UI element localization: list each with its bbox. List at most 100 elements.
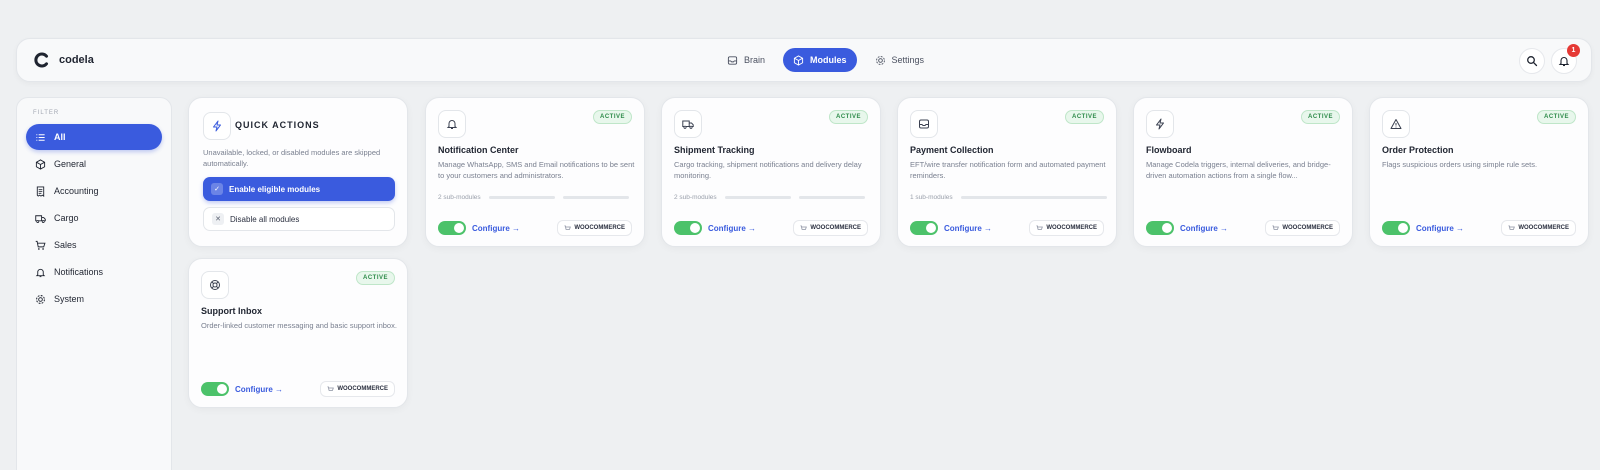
truck-icon	[682, 120, 694, 129]
module-enable-toggle[interactable]	[1146, 221, 1174, 235]
brand[interactable]: codela	[33, 51, 94, 69]
sidebar-item-label: Accounting	[54, 186, 99, 196]
sidebar-item-sales[interactable]: Sales	[26, 232, 162, 258]
search-icon	[1527, 56, 1538, 67]
platform-label: WOOCOMMERCE	[337, 386, 388, 392]
sidebar-item-cargo[interactable]: Cargo	[26, 205, 162, 231]
configure-link[interactable]: Configure →	[708, 224, 756, 233]
check-icon: ✓	[211, 183, 223, 195]
cart-icon	[35, 240, 46, 250]
module-card-support-inbox: ACTIVE Support Inbox Order-linked custom…	[188, 258, 408, 408]
sub-module-bar	[488, 196, 555, 199]
tab-modules-label: Modules	[810, 55, 847, 65]
configure-link[interactable]: Configure →	[472, 224, 520, 233]
cube-icon	[35, 158, 46, 170]
sidebar-item-system[interactable]: System	[26, 286, 162, 312]
module-enable-toggle[interactable]	[674, 221, 702, 235]
enable-eligible-modules-button[interactable]: ✓ Enable eligible modules	[203, 177, 395, 201]
module-footer: Configure → WOOCOMMERCE	[201, 381, 395, 397]
module-title: Notification Center	[438, 145, 519, 155]
status-badge: ACTIVE	[592, 110, 632, 124]
module-enable-toggle[interactable]	[1382, 221, 1410, 235]
sub-module-bar	[724, 196, 791, 199]
sidebar-item-label: Sales	[54, 240, 77, 250]
platform-badge: WOOCOMMERCE	[1265, 220, 1340, 236]
platform-badge: WOOCOMMERCE	[1029, 220, 1104, 236]
quick-actions-icon-box	[203, 112, 231, 140]
search-button[interactable]	[1519, 48, 1545, 74]
module-card-shipment-tracking: ACTIVE Shipment Tracking Cargo tracking,…	[661, 97, 881, 247]
module-enable-toggle[interactable]	[438, 221, 466, 235]
lightning-icon	[1156, 118, 1164, 130]
module-card-flowboard: ACTIVE Flowboard Manage Codela triggers,…	[1133, 97, 1353, 247]
module-title: Payment Collection	[910, 145, 994, 155]
platform-label: WOOCOMMERCE	[1282, 225, 1333, 231]
module-title: Flowboard	[1146, 145, 1192, 155]
configure-link[interactable]: Configure →	[1180, 224, 1228, 233]
module-footer: Configure → WOOCOMMERCE	[1146, 220, 1340, 236]
inbox-icon	[919, 119, 929, 129]
module-footer: Configure → WOOCOMMERCE	[1382, 220, 1576, 236]
module-card-order-protection: ACTIVE Order Protection Flags suspicious…	[1369, 97, 1589, 247]
tab-settings[interactable]: Settings	[865, 48, 935, 72]
warning-icon	[1390, 119, 1402, 129]
module-description: EFT/wire transfer notification form and …	[910, 160, 1106, 180]
module-icon-box	[201, 271, 229, 299]
filter-label: FILTER	[33, 110, 60, 116]
notifications-button[interactable]: 1	[1551, 44, 1580, 74]
module-enable-toggle[interactable]	[201, 382, 229, 396]
sidebar-item-accounting[interactable]: Accounting	[26, 178, 162, 204]
status-badge: ACTIVE	[828, 110, 868, 124]
codela-logo-icon	[34, 52, 48, 68]
module-description: Order-linked customer messaging and basi…	[201, 321, 397, 330]
configure-link[interactable]: Configure →	[235, 385, 283, 394]
module-title: Shipment Tracking	[674, 145, 755, 155]
sidebar-item-all[interactable]: All	[26, 124, 162, 150]
module-icon-box	[910, 110, 938, 138]
module-icon-box	[674, 110, 702, 138]
quick-actions-card: QUICK ACTIONS Unavailable, locked, or di…	[188, 97, 408, 247]
top-bar: codela Brain Modules Settings 1	[16, 38, 1592, 82]
sidebar-item-general[interactable]: General	[26, 151, 162, 177]
gear-icon	[875, 55, 885, 65]
configure-link[interactable]: Configure →	[944, 224, 992, 233]
inbox-icon	[727, 55, 738, 65]
status-badge: ACTIVE	[1300, 110, 1340, 124]
cart-icon	[800, 224, 808, 230]
enable-label: Enable eligible modules	[229, 184, 321, 194]
cart-icon	[564, 224, 572, 230]
module-title: Support Inbox	[201, 306, 262, 316]
module-description: Manage WhatsApp, SMS and Email notificat…	[438, 160, 635, 180]
platform-badge: WOOCOMMERCE	[557, 220, 632, 236]
main-nav: Brain Modules Settings	[717, 48, 934, 72]
sidebar: FILTER All General Accounting Cargo Sale…	[16, 97, 172, 470]
sub-modules-row: 1 sub-modules	[910, 194, 1107, 201]
sidebar-item-label: System	[54, 294, 85, 304]
configure-link[interactable]: Configure →	[1416, 224, 1464, 233]
tab-brain-label: Brain	[744, 55, 766, 65]
truck-icon	[35, 214, 46, 223]
platform-label: WOOCOMMERCE	[574, 225, 625, 231]
module-enable-toggle[interactable]	[910, 221, 938, 235]
module-description: Cargo tracking, shipment notifications a…	[674, 160, 862, 180]
sub-modules-count: 2 sub-modules	[674, 194, 717, 201]
tab-brain[interactable]: Brain	[717, 48, 775, 72]
platform-label: WOOCOMMERCE	[1518, 225, 1569, 231]
module-title: Order Protection	[1382, 145, 1454, 155]
receipt-icon	[36, 185, 45, 197]
tab-modules[interactable]: Modules	[783, 48, 857, 72]
status-badge: ACTIVE	[355, 271, 395, 285]
sidebar-item-notifications[interactable]: Notifications	[26, 259, 162, 285]
platform-label: WOOCOMMERCE	[1046, 225, 1097, 231]
disable-all-modules-button[interactable]: ✕ Disable all modules	[203, 207, 395, 231]
status-badge: ACTIVE	[1064, 110, 1104, 124]
sidebar-item-label: All	[54, 132, 66, 142]
disable-label: Disable all modules	[230, 214, 300, 224]
quick-actions-description: Unavailable, locked, or disabled modules…	[203, 148, 381, 168]
lightning-icon	[213, 120, 221, 132]
sub-modules-count: 1 sub-modules	[910, 194, 953, 201]
module-footer: Configure → WOOCOMMERCE	[674, 220, 868, 236]
module-footer: Configure → WOOCOMMERCE	[438, 220, 632, 236]
sidebar-filter-list: All General Accounting Cargo Sales Notif…	[26, 124, 162, 313]
sidebar-item-label: General	[54, 159, 87, 169]
